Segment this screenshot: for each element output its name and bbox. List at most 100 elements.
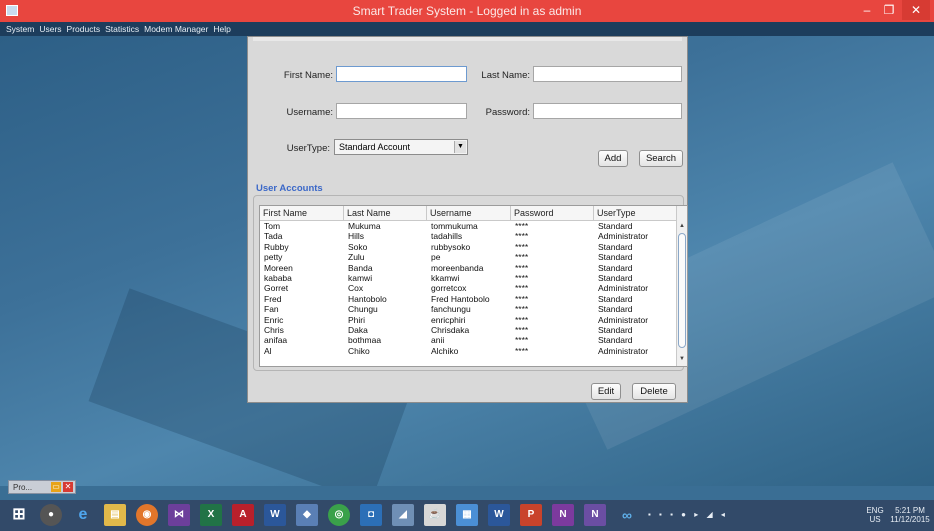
visual-studio-icon[interactable]: ⋈ (168, 504, 190, 526)
maximize-button[interactable]: ❐ (878, 3, 900, 17)
network-app-icon[interactable]: ∞ (616, 504, 638, 526)
restore-icon[interactable]: ▭ (51, 482, 61, 492)
table-cell: enricphiri (431, 314, 466, 325)
table-cell: Fred Hantobolo (431, 293, 490, 304)
column-password[interactable]: Password (511, 206, 594, 221)
table-cell: **** (515, 231, 529, 242)
table-row[interactable]: Fan Chungu fanchungu **** Standard (260, 304, 677, 314)
onenote-sync-icon[interactable]: N (584, 504, 606, 526)
close-button[interactable]: ✕ (902, 0, 930, 20)
table-cell: **** (515, 262, 529, 273)
add-button[interactable]: Add (598, 150, 628, 167)
table-cell: kamwi (348, 272, 373, 283)
search-button[interactable]: Search (639, 150, 683, 167)
table-body: Tom Mukuma tommukuma **** Standard Tada Hills t… (260, 221, 677, 356)
column-first-name[interactable]: First Name (260, 206, 344, 221)
table-row[interactable]: Tada Hills tadahills **** Administrator (260, 231, 677, 241)
table-row[interactable]: anifaa bothmaa anii **** Standard (260, 335, 677, 345)
webcam-icon[interactable]: ● (40, 504, 62, 526)
table-cell: kababa (264, 272, 292, 283)
app-icon-blue[interactable]: ◢ (392, 504, 414, 526)
internet-explorer-icon[interactable]: e (72, 504, 94, 526)
virtualbox-icon[interactable]: ◆ (296, 504, 318, 526)
start-windows-icon[interactable]: ⊞ (8, 504, 30, 526)
menu-help[interactable]: Help (213, 24, 230, 34)
table-cell: Fred (264, 293, 282, 304)
clock-date: 11/12/2015 (890, 515, 930, 524)
photos-icon[interactable]: ▦ (456, 504, 478, 526)
language-indicator[interactable]: ENG US (862, 506, 888, 524)
table-row[interactable]: Enric Phiri enricphiri **** Administrator (260, 315, 677, 325)
password-input[interactable] (533, 103, 682, 119)
table-cell: Fan (264, 304, 279, 315)
username-input[interactable] (336, 103, 467, 119)
system-tray-icons[interactable]: ▪ ▪ ▪ ● ▸ ◢ ◂ (648, 510, 798, 519)
scroll-up-icon[interactable]: ▲ (677, 221, 687, 231)
word-icon[interactable]: W (264, 504, 286, 526)
table-cell: Cox (348, 283, 364, 294)
table-row[interactable]: Tom Mukuma tommukuma **** Standard (260, 221, 677, 231)
table-cell: Standard (598, 221, 633, 231)
table-cell: Alchiko (431, 345, 459, 356)
clock[interactable]: 5:21 PM 11/12/2015 (888, 506, 932, 524)
table-cell: Zulu (348, 252, 365, 263)
table-header: First Name Last Name Username Password U… (260, 206, 677, 221)
table-cell: **** (515, 241, 529, 252)
table-cell: Gorret (264, 283, 289, 294)
column-username[interactable]: Username (427, 206, 511, 221)
usertype-select[interactable]: Standard Account ▼ (334, 139, 468, 155)
firefox-icon[interactable]: ◉ (136, 504, 158, 526)
close-icon[interactable]: ✕ (63, 482, 73, 492)
table-row[interactable]: kababa kamwi kkamwi **** Standard (260, 273, 677, 283)
minimize-button[interactable]: – (856, 3, 878, 17)
table-cell: Standard (598, 335, 633, 346)
last-name-label: Last Name: (481, 70, 530, 81)
table-cell: Chiko (348, 345, 370, 356)
column-usertype[interactable]: UserType (594, 206, 677, 221)
remote-desktop-icon[interactable]: ◘ (360, 504, 382, 526)
table-cell: Standard (598, 324, 633, 335)
table-cell: Hills (348, 231, 365, 242)
user-accounts-table[interactable]: First Name Last Name Username Password U… (259, 205, 688, 367)
dropdown-arrow-icon[interactable]: ▼ (454, 141, 466, 153)
first-name-input[interactable] (336, 66, 467, 82)
table-row[interactable]: Fred Hantobolo Fred Hantobolo **** Standard (260, 294, 677, 304)
table-cell: Enric (264, 314, 284, 325)
table-row[interactable]: Rubby Soko rubbysoko **** Standard (260, 242, 677, 252)
menu-modem-manager[interactable]: Modem Manager (144, 24, 208, 34)
table-row[interactable]: Moreen Banda moreenbanda **** Standard (260, 263, 677, 273)
table-cell: kkamwi (431, 272, 460, 283)
last-name-input[interactable] (533, 66, 682, 82)
onenote-icon[interactable]: N (552, 504, 574, 526)
word-document-icon[interactable]: W (488, 504, 510, 526)
table-row[interactable]: petty Zulu pe **** Standard (260, 252, 677, 262)
chrome-icon[interactable]: ◎ (328, 504, 350, 526)
scroll-thumb[interactable] (678, 233, 686, 348)
minimized-window[interactable]: Pro... ▭ ✕ (8, 480, 76, 494)
menu-users[interactable]: Users (39, 24, 61, 34)
table-cell: Phiri (348, 314, 366, 325)
usertype-selected-value: Standard Account (339, 142, 411, 152)
menu-products[interactable]: Products (67, 24, 101, 34)
java-app-icon[interactable]: ☕ (424, 504, 446, 526)
powerpoint-icon[interactable]: P (520, 504, 542, 526)
excel-icon[interactable]: X (200, 504, 222, 526)
table-row[interactable]: Chris Daka Chrisdaka **** Standard (260, 325, 677, 335)
table-row[interactable]: Al Chiko Alchiko **** Administrator (260, 346, 677, 356)
scroll-down-icon[interactable]: ▼ (677, 354, 687, 364)
table-cell: Tom (264, 221, 281, 231)
table-scrollbar[interactable]: ▲ ▼ (676, 206, 687, 366)
column-last-name[interactable]: Last Name (344, 206, 427, 221)
edit-button[interactable]: Edit (591, 383, 621, 400)
access-icon[interactable]: A (232, 504, 254, 526)
table-row[interactable]: Gorret Cox gorretcox **** Administrator (260, 283, 677, 293)
table-cell: tommukuma (431, 221, 478, 231)
table-cell: Chris (264, 324, 284, 335)
table-cell: Standard (598, 241, 633, 252)
menu-statistics[interactable]: Statistics (105, 24, 139, 34)
table-cell: Banda (348, 262, 373, 273)
menu-system[interactable]: System (6, 24, 34, 34)
file-explorer-icon[interactable]: ▤ (104, 504, 126, 526)
delete-button[interactable]: Delete (632, 383, 676, 400)
table-cell: **** (515, 293, 529, 304)
